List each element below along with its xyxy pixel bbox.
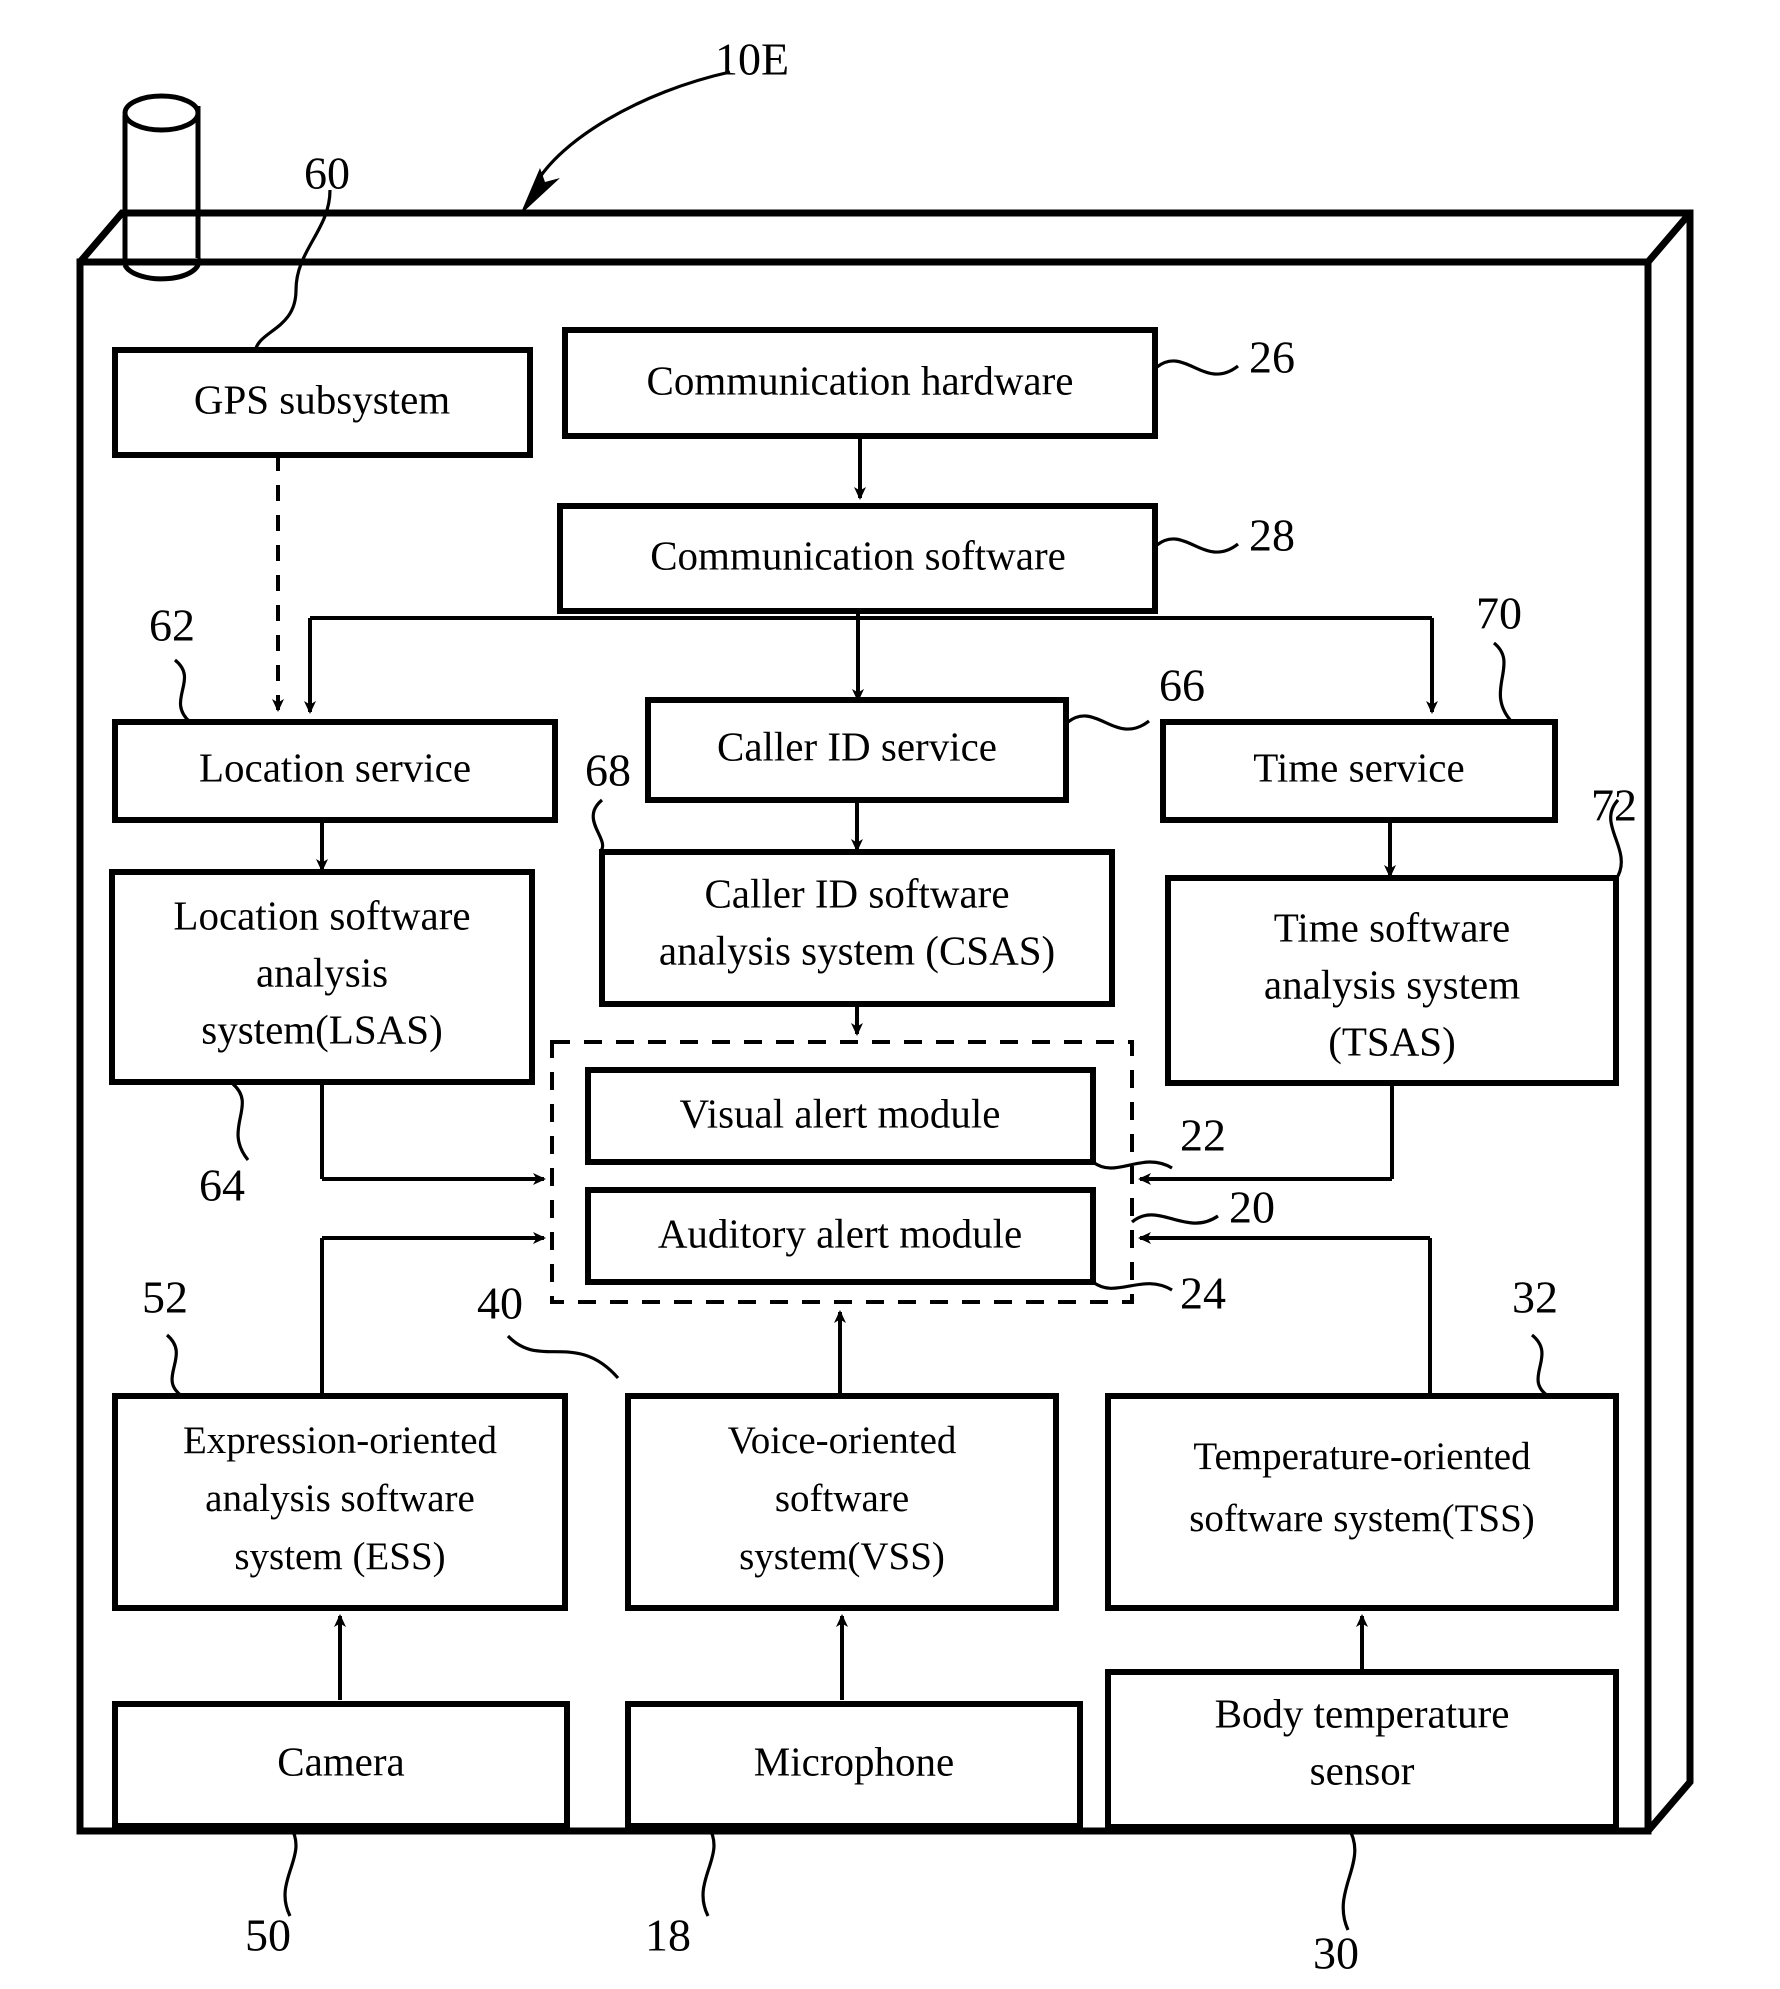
ref-28: 28 [1156, 510, 1295, 561]
ref-62-text: 62 [149, 600, 195, 651]
box-vss-line3: system(VSS) [739, 1535, 945, 1578]
box-caller-id-service[interactable]: Caller ID service [645, 697, 1069, 803]
box-tsas[interactable]: Time software analysis system (TSAS) [1165, 875, 1619, 1086]
ref-50-text: 50 [245, 1910, 291, 1961]
box-lsas-line2: analysis [256, 949, 388, 995]
ref-62: 62 [149, 600, 195, 724]
ref-32: 32 [1512, 1272, 1558, 1398]
ref-18: 18 [645, 1825, 716, 1961]
box-time-service-label: Time service [1253, 744, 1464, 790]
box-gps-subsystem-label: GPS subsystem [194, 376, 450, 422]
ref-60-text: 60 [304, 148, 350, 199]
ref-30-text: 30 [1313, 1928, 1359, 1979]
ref-66-text: 66 [1159, 660, 1205, 711]
ref-24-text: 24 [1180, 1268, 1226, 1319]
ref-64-text: 64 [199, 1160, 245, 1211]
antenna-icon [122, 93, 202, 282]
ref-40-text: 40 [477, 1278, 523, 1329]
ref-22-text: 22 [1180, 1110, 1226, 1161]
box-tss-line2: software system(TSS) [1189, 1497, 1535, 1540]
ref-30: 30 [1313, 1826, 1359, 1979]
ref-24: 24 [1092, 1268, 1226, 1319]
ref-68: 68 [585, 745, 631, 854]
box-body-temperature-sensor[interactable]: Body temperature sensor [1105, 1669, 1619, 1830]
ref-66: 66 [1067, 660, 1205, 731]
box-vss-line1: Voice-oriented [728, 1419, 957, 1462]
box-vss[interactable]: Voice-oriented software system(VSS) [625, 1393, 1059, 1611]
box-auditory-alert-label: Auditory alert module [658, 1210, 1022, 1256]
box-csas-line1: Caller ID software [704, 870, 1009, 916]
ref-28-text: 28 [1249, 510, 1295, 561]
box-communication-software-label: Communication software [650, 532, 1066, 578]
box-tss[interactable]: Temperature-oriented software system(TSS… [1105, 1393, 1619, 1611]
box-ess-line2: analysis software [205, 1477, 475, 1520]
ref-20: 20 [1130, 1182, 1275, 1233]
box-location-service-label: Location service [199, 744, 471, 790]
box-camera-label: Camera [277, 1738, 404, 1784]
box-lsas[interactable]: Location software analysis system(LSAS) [109, 869, 535, 1085]
connector-tsas-to-alerts [1138, 1083, 1394, 1185]
ref-18-text: 18 [645, 1910, 691, 1961]
box-communication-hardware-label: Communication hardware [647, 357, 1074, 403]
box-ess-line1: Expression-oriented [183, 1419, 498, 1462]
connector-lsas-to-alerts [320, 1082, 546, 1185]
ref-50: 50 [245, 1825, 298, 1961]
box-vss-line2: software [775, 1477, 909, 1520]
box-ess-line3: system (ESS) [234, 1535, 445, 1578]
box-time-service[interactable]: Time service [1160, 719, 1558, 823]
box-communication-hardware[interactable]: Communication hardware [562, 327, 1158, 439]
ref-52-text: 52 [142, 1272, 188, 1323]
box-camera[interactable]: Camera [112, 1701, 570, 1829]
ref-72-text: 72 [1591, 780, 1637, 831]
box-lsas-line1: Location software [173, 892, 470, 938]
box-csas-line2: analysis system (CSAS) [659, 927, 1055, 973]
ref-52: 52 [142, 1272, 188, 1398]
patent-figure-10e: 10E GPS subsystem 60 Communication hardw… [0, 0, 1780, 1989]
box-tsas-line3: (TSAS) [1328, 1018, 1456, 1064]
ref-22: 22 [1092, 1110, 1226, 1170]
box-auditory-alert-module[interactable]: Auditory alert module [585, 1187, 1096, 1285]
ref-70-text: 70 [1476, 588, 1522, 639]
ref-20-text: 20 [1229, 1182, 1275, 1233]
box-tsas-line2: analysis system [1264, 961, 1520, 1007]
ref-60: 60 [253, 148, 350, 353]
connector-ess-to-alerts [320, 1232, 546, 1420]
box-ess[interactable]: Expression-oriented analysis software sy… [112, 1393, 568, 1611]
box-microphone-label: Microphone [754, 1738, 954, 1784]
box-tss-line1: Temperature-oriented [1193, 1435, 1531, 1478]
ref-32-text: 32 [1512, 1272, 1558, 1323]
box-visual-alert-label: Visual alert module [680, 1090, 1001, 1136]
ref-72: 72 [1591, 780, 1637, 877]
box-microphone[interactable]: Microphone [625, 1701, 1083, 1829]
connector-bus-commsw [304, 611, 1438, 714]
box-tsas-line1: Time software [1274, 904, 1511, 950]
ref-40: 40 [477, 1278, 620, 1380]
ref-68-text: 68 [585, 745, 631, 796]
box-csas[interactable]: Caller ID software analysis system (CSAS… [599, 849, 1115, 1007]
ref-64: 64 [199, 1082, 250, 1211]
figure-label-10e: 10E [520, 34, 789, 215]
box-body-temp-line2: sensor [1310, 1747, 1415, 1793]
box-location-service[interactable]: Location service [112, 719, 558, 823]
ref-26-text: 26 [1249, 332, 1295, 383]
box-visual-alert-module[interactable]: Visual alert module [585, 1067, 1096, 1165]
ref-70: 70 [1476, 588, 1522, 723]
box-lsas-line3: system(LSAS) [201, 1006, 442, 1052]
figure-label-text: 10E [715, 34, 789, 85]
ref-26: 26 [1156, 332, 1295, 383]
box-gps-subsystem[interactable]: GPS subsystem [112, 347, 533, 458]
box-caller-id-service-label: Caller ID service [717, 723, 997, 769]
box-body-temp-line1: Body temperature [1215, 1690, 1510, 1736]
box-communication-software[interactable]: Communication software [557, 503, 1158, 614]
